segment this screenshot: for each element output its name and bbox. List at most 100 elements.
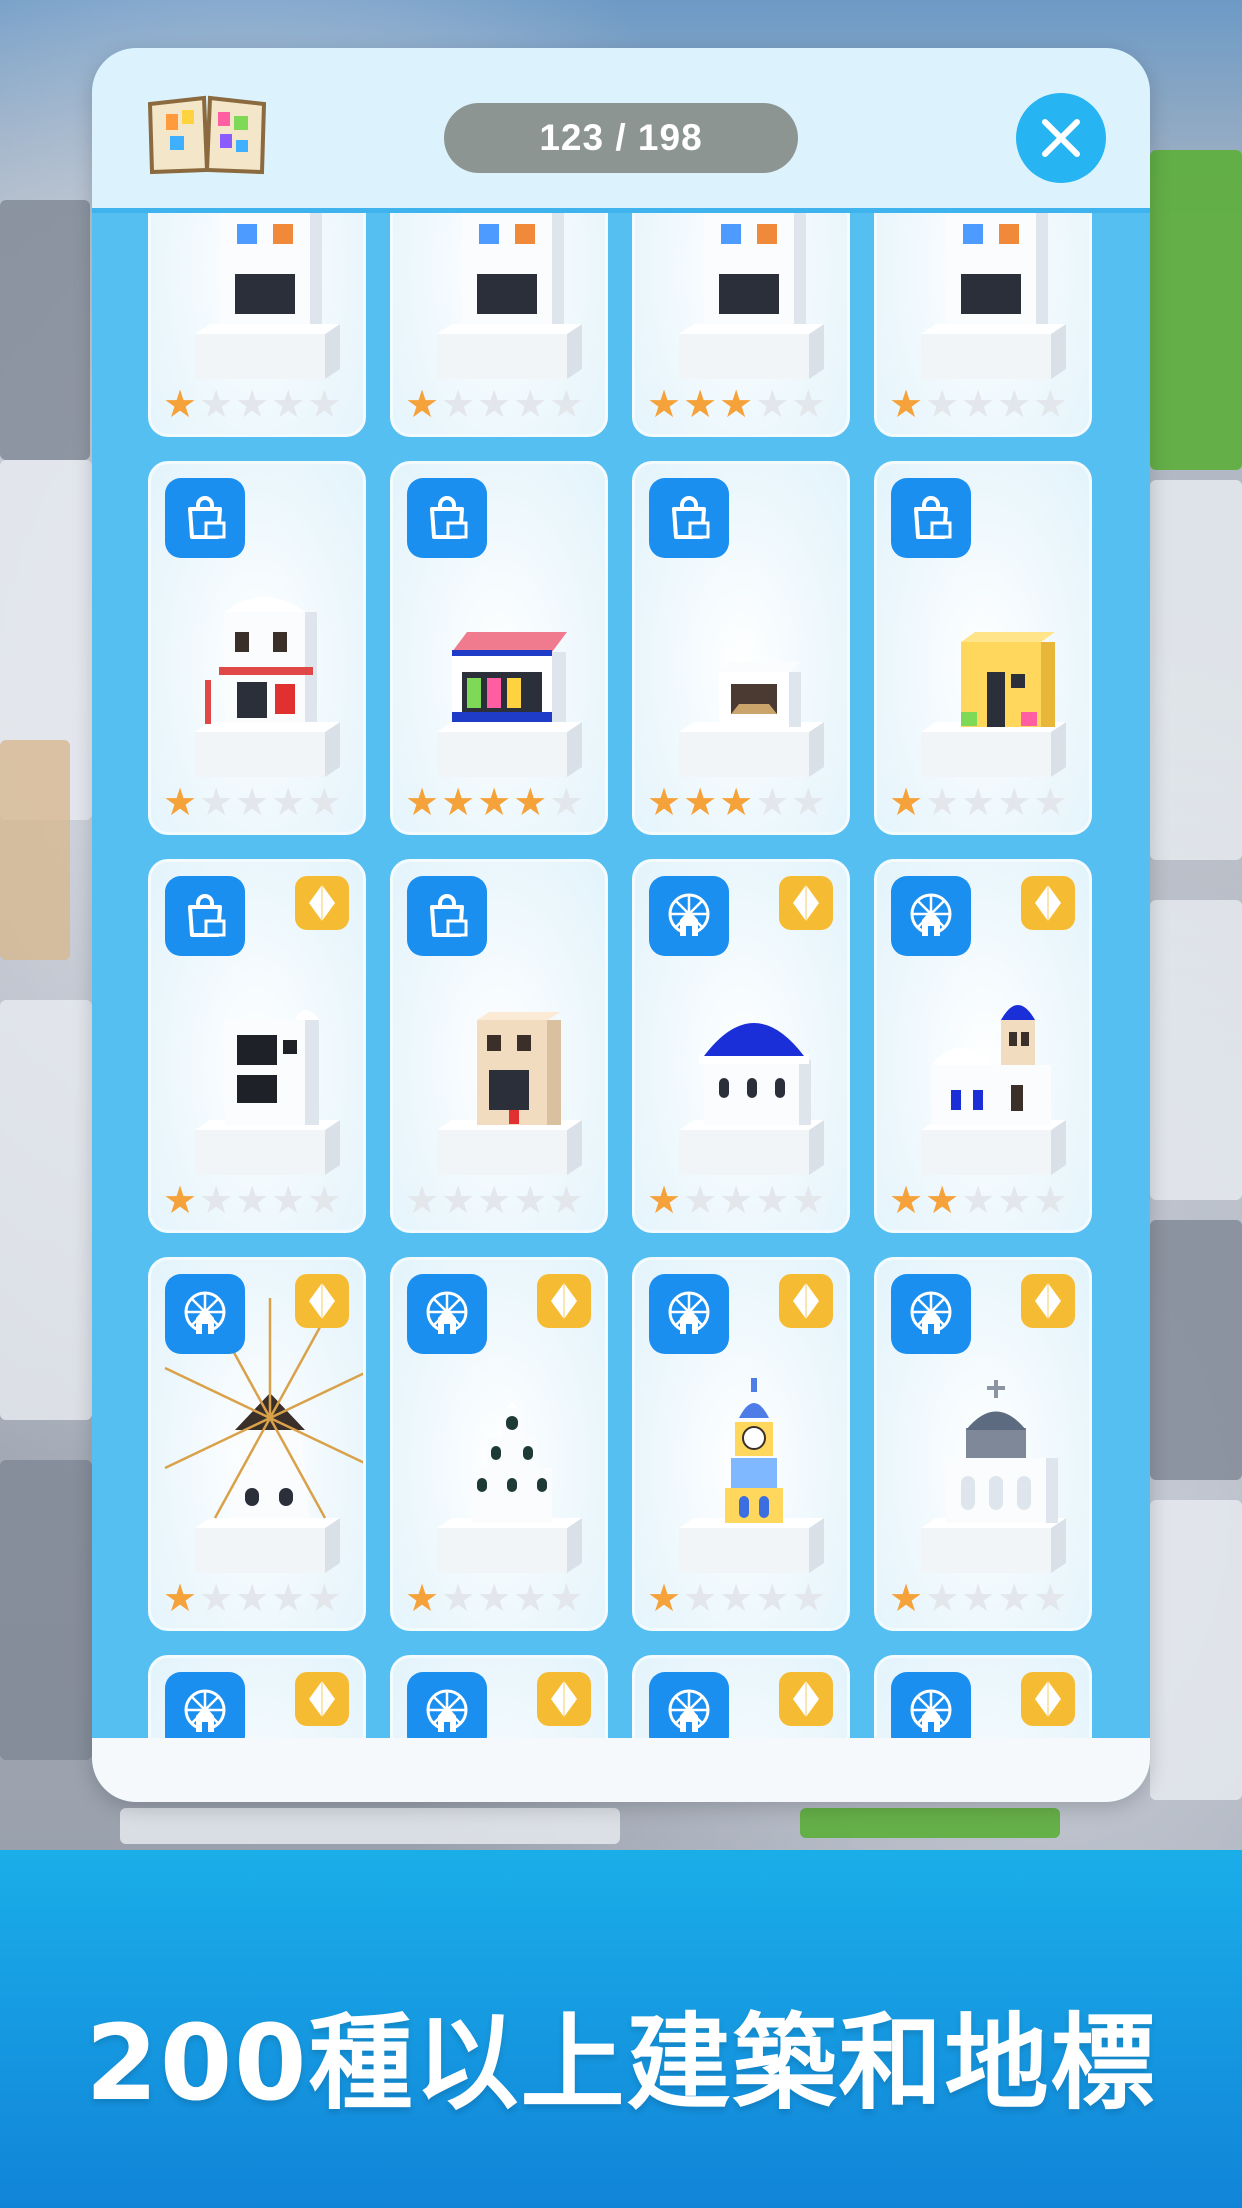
close-button[interactable]: [1016, 93, 1106, 183]
diamond-icon: [779, 876, 833, 930]
building-card[interactable]: ★★★★★: [390, 1257, 608, 1631]
star-icon: ★: [997, 382, 1032, 426]
building-card[interactable]: ★★★★★: [874, 213, 1092, 437]
star-icon: ★: [1033, 1178, 1068, 1222]
star-icon: ★: [513, 780, 548, 824]
building-clock-tower: [659, 1358, 829, 1578]
diamond-icon: [779, 1274, 833, 1328]
star-rating: ★ ★ ★ ★ ★: [647, 1180, 825, 1220]
building-card[interactable]: ★★★★★: [874, 1257, 1092, 1631]
collection-modal: 123 / 198 ★ ★ ★ ★ ★ ★ ★ ★ ★ ★ ★ ★ ★ ★ ★ ★ ★ ★ ★ ★ ★ ★ ★ ★ ★ ★ ★ ★ ★ ★…: [92, 48, 1150, 1802]
star-icon: ★: [405, 382, 440, 426]
star-rating: ★ ★ ★ ★ ★: [163, 782, 341, 822]
windmill-icon: [165, 1274, 245, 1354]
star-icon: ★: [755, 1178, 790, 1222]
star-icon: ★: [307, 780, 342, 824]
star-icon: ★: [163, 780, 198, 824]
star-icon: ★: [549, 1178, 584, 1222]
building-card[interactable]: ★★★★★: [874, 859, 1092, 1233]
building-blue-dome-church: [659, 960, 829, 1180]
star-icon: ★: [961, 1178, 996, 1222]
modal-header: 123 / 198: [92, 48, 1150, 213]
star-icon: ★: [719, 382, 754, 426]
star-rating: ★ ★ ★ ★ ★: [405, 782, 583, 822]
star-icon: ★: [513, 382, 548, 426]
star-icon: ★: [199, 1178, 234, 1222]
star-icon: ★: [549, 382, 584, 426]
building-card[interactable]: ★★★★★: [632, 859, 850, 1233]
building-shop-dark: [659, 213, 829, 384]
star-icon: ★: [405, 1178, 440, 1222]
star-icon: ★: [163, 382, 198, 426]
star-rating: ★ ★ ★ ★ ★: [405, 384, 583, 424]
star-icon: ★: [1033, 1576, 1068, 1620]
star-rating: ★ ★ ★ ★ ★: [647, 384, 825, 424]
star-icon: ★: [441, 1576, 476, 1620]
building-card[interactable]: ★★★★★: [632, 213, 850, 437]
building-card[interactable]: ★★★★★: [390, 859, 608, 1233]
star-icon: ★: [961, 1576, 996, 1620]
star-icon: ★: [791, 382, 826, 426]
building-grid: ★ ★ ★ ★ ★ ★ ★ ★ ★ ★ ★ ★ ★ ★ ★ ★ ★ ★ ★ ★ ★ ★ ★ ★ ★ ★ ★ ★ ★ ★ ★ ★ ★ ★ ★ ★ ★ ★ ★ ★…: [148, 213, 1094, 1788]
building-card[interactable]: ★★★★★: [874, 461, 1092, 835]
star-icon: ★: [199, 382, 234, 426]
building-card[interactable]: ★★★★★: [390, 213, 608, 437]
star-icon: ★: [1033, 780, 1068, 824]
star-rating: ★ ★ ★ ★ ★: [405, 1180, 583, 1220]
promo-tagline: 200種以上建築和地標: [85, 2002, 1157, 2124]
building-shop-window: [417, 213, 587, 384]
shopping-bag-icon: [407, 876, 487, 956]
star-icon: ★: [925, 382, 960, 426]
star-icon: ★: [307, 1178, 342, 1222]
star-icon: ★: [997, 1576, 1032, 1620]
star-icon: ★: [477, 780, 512, 824]
star-rating: ★ ★ ★ ★ ★: [163, 1578, 341, 1618]
building-card[interactable]: ★★★★★: [148, 461, 366, 835]
building-tan-tower: [417, 960, 587, 1180]
star-icon: ★: [441, 382, 476, 426]
star-icon: ★: [925, 780, 960, 824]
building-grid-viewport[interactable]: ★ ★ ★ ★ ★ ★ ★ ★ ★ ★ ★ ★ ★ ★ ★ ★ ★ ★ ★ ★ ★ ★ ★ ★ ★ ★ ★ ★ ★ ★ ★ ★ ★ ★ ★ ★ ★ ★ ★ ★…: [92, 213, 1150, 1788]
shopping-bag-icon: [891, 478, 971, 558]
building-house-balcony: [175, 562, 345, 782]
windmill-icon: [407, 1274, 487, 1354]
star-rating: ★ ★ ★ ★ ★: [889, 1578, 1067, 1618]
album-book-icon[interactable]: [146, 92, 268, 176]
building-yellow-shop: [901, 562, 1071, 782]
building-card[interactable]: ★★★★★: [632, 461, 850, 835]
diamond-icon: [537, 1672, 591, 1726]
diamond-icon: [779, 1672, 833, 1726]
star-icon: ★: [163, 1178, 198, 1222]
star-icon: ★: [755, 1576, 790, 1620]
star-icon: ★: [961, 780, 996, 824]
star-icon: ★: [405, 780, 440, 824]
star-icon: ★: [961, 382, 996, 426]
star-icon: ★: [235, 1576, 270, 1620]
star-icon: ★: [271, 1576, 306, 1620]
star-icon: ★: [683, 1178, 718, 1222]
windmill-icon: [649, 876, 729, 956]
star-icon: ★: [477, 1178, 512, 1222]
star-icon: ★: [163, 1576, 198, 1620]
star-rating: ★ ★ ★ ★ ★: [647, 782, 825, 822]
building-card[interactable]: ★★★★★: [148, 859, 366, 1233]
star-icon: ★: [997, 1178, 1032, 1222]
building-card[interactable]: ★★★★★: [632, 1257, 850, 1631]
building-shop-small: [175, 213, 345, 384]
star-rating: ★ ★ ★ ★ ★: [163, 1180, 341, 1220]
diamond-icon: [1021, 1274, 1075, 1328]
star-icon: ★: [997, 780, 1032, 824]
building-card[interactable]: ★★★★★: [390, 461, 608, 835]
star-icon: ★: [791, 780, 826, 824]
star-icon: ★: [1033, 382, 1068, 426]
star-icon: ★: [235, 780, 270, 824]
building-card[interactable]: ★★★★★: [148, 213, 366, 437]
star-icon: ★: [889, 780, 924, 824]
star-icon: ★: [647, 382, 682, 426]
star-icon: ★: [889, 1576, 924, 1620]
star-icon: ★: [441, 1178, 476, 1222]
building-card[interactable]: ★★★★★: [148, 1257, 366, 1631]
star-rating: ★ ★ ★ ★ ★: [405, 1578, 583, 1618]
star-icon: ★: [791, 1576, 826, 1620]
star-icon: ★: [549, 780, 584, 824]
